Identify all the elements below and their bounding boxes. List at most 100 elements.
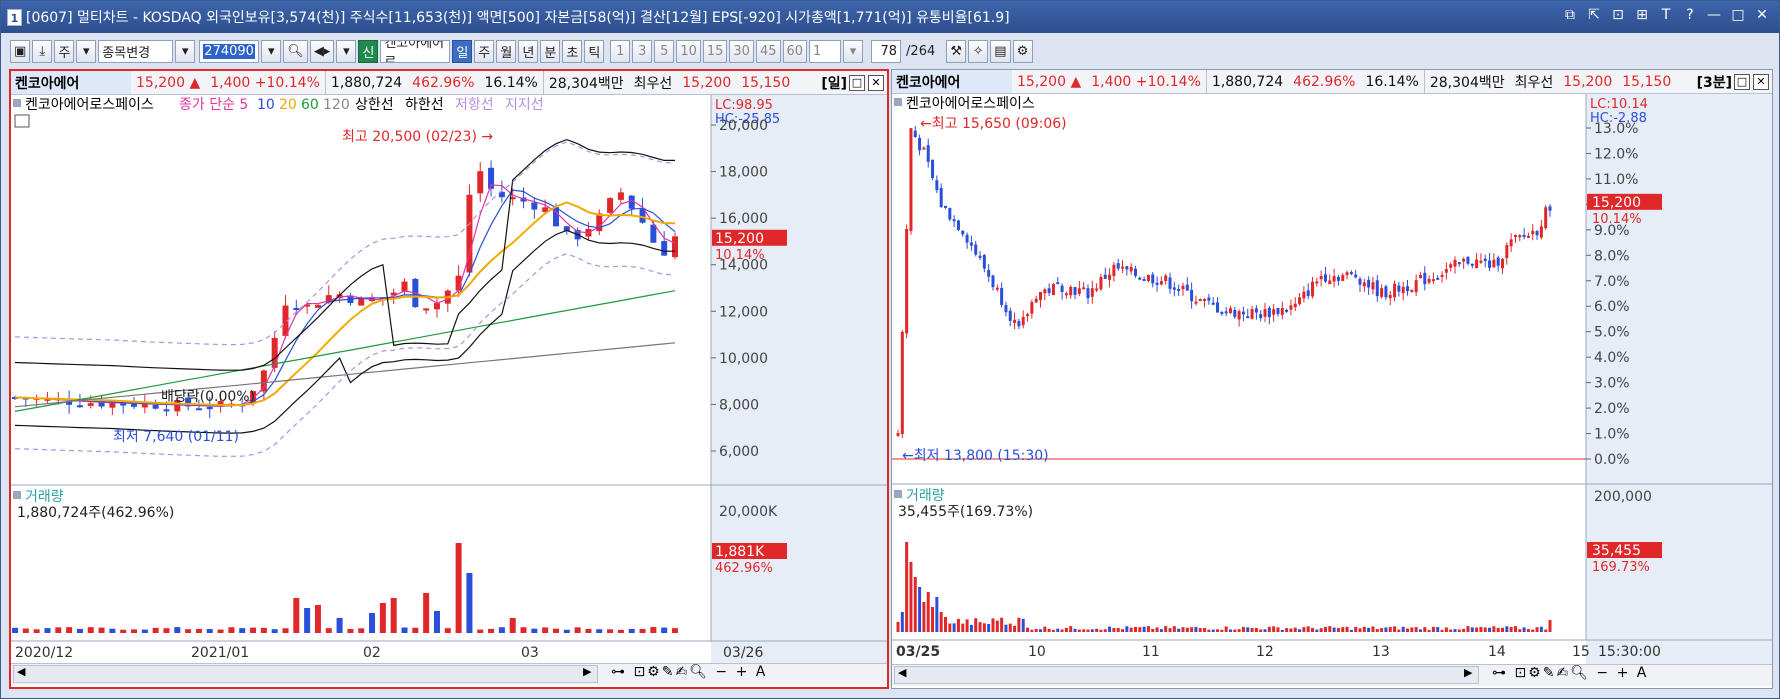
stock-change-dropdown-icon[interactable]: ▾ [175,39,196,63]
left-scrollbar[interactable] [13,665,598,683]
right-candle-body [1142,279,1146,282]
speaker-dropdown-icon[interactable]: ▾ [336,39,357,63]
link-icon[interactable]: ⧉ [1561,7,1579,23]
help-icon[interactable]: ? [1681,7,1699,23]
right-zoom-tools[interactable]: ⊶ ⊡⚙✎✍🔍︎ − + A [1492,665,1648,681]
chart-tools-icon[interactable]: ⚒ [946,39,967,63]
right-candle-body [1336,276,1340,281]
right-scroll-right-icon[interactable]: ▶ [1464,666,1472,679]
right-pct-tick-label: 2.0% [1594,401,1630,417]
period-day-tab[interactable]: 일 [452,39,473,63]
settings-gear-icon[interactable]: ⚙ [1012,39,1033,63]
right-candle-body [1216,302,1220,313]
left-volume-bar [76,628,83,633]
right-volume-bar [1406,628,1410,632]
right-volume-bar [1354,626,1358,632]
right-candle-body [1388,294,1392,299]
period-minute-tab[interactable]: 분 [540,39,561,63]
right-maximize-icon[interactable]: □ [1734,73,1750,90]
left-volume-bar [574,627,581,633]
right-volume-bar [974,618,978,632]
right-change: 1,400 +10.14% [1086,70,1206,93]
left-price-tick-label: 16,000 [719,211,768,227]
window-controls: ⧉ ⇱ ⊡ ⊞ T ? — □ ✕ [1561,7,1771,23]
new-badge[interactable]: 신 [358,39,379,63]
right-candle-body [978,255,982,258]
left-close-icon[interactable]: ✕ [868,74,884,91]
period-month-tab[interactable]: 월 [496,39,517,63]
indicator-icon[interactable]: ✧ [968,39,989,63]
left-scroll-right-icon[interactable]: ▶ [583,665,591,678]
right-candle-body [1125,266,1129,270]
left-max-note: 최고 20,500 (02/23) → [342,129,493,145]
restore-tile-icon[interactable]: ⊡ [1609,7,1627,23]
right-candle-body [1077,288,1081,294]
pin-icon[interactable]: ⇱ [1585,7,1603,23]
left-zoom-tools[interactable]: ⊶ ⊡⚙✎✍🔍︎ − + A [611,664,767,680]
interval-3[interactable]: 3 [632,39,653,63]
right-candle-body [1544,207,1548,229]
minimize-button[interactable]: — [1705,7,1723,23]
code-dropdown-icon[interactable]: ▾ [261,39,282,63]
right-candle-body [965,234,969,243]
right-volume-value: 35,455주(169.73%) [898,504,1033,520]
stock-change-select[interactable]: 종목변경 [98,39,174,63]
screen-save-icon[interactable]: ▣ [10,39,31,63]
right-volume-bar [1129,627,1133,632]
interval-45[interactable]: 45 [755,39,781,63]
period-tick-tab[interactable]: 틱 [584,39,605,63]
stock-type-select[interactable]: 주 [54,39,75,63]
right-close-icon[interactable]: ✕ [1753,73,1769,90]
right-volume-tick: 200,000 [1594,489,1652,505]
close-button[interactable]: ✕ [1753,7,1771,23]
interval-15[interactable]: 15 [702,39,728,63]
right-candle-body [1043,289,1047,294]
right-candle-body [1228,308,1232,313]
right-volume-bar [1388,626,1392,632]
right-candle-body [1263,309,1267,317]
period-week-tab[interactable]: 주 [474,39,495,63]
interval-10[interactable]: 10 [676,39,701,63]
stock-code-input[interactable]: 274090 [199,39,260,63]
right-date-label: 15:30:00 [1598,644,1661,660]
maximize-button[interactable]: □ [1729,7,1747,23]
right-volume-bar [956,618,960,632]
page-input[interactable]: 78 [871,39,902,63]
right-volume-bar [1414,627,1418,632]
right-volume-bar [1298,629,1302,632]
interval-30[interactable]: 30 [729,39,754,63]
layout-icon[interactable]: ⊞ [1633,7,1651,23]
right-scroll-left-icon[interactable]: ◀ [898,666,906,679]
left-ma10-line [14,189,676,407]
right-volume-bar [1501,627,1505,632]
period-year-tab[interactable]: 년 [518,39,539,63]
count-input[interactable]: 1 [809,39,842,63]
stock-type-dropdown-icon[interactable]: ▾ [76,39,97,63]
right-candle-body [1453,259,1457,267]
search-icon[interactable]: 🔍︎ [283,39,308,63]
right-volume-bar [935,597,939,632]
interval-5[interactable]: 5 [654,39,675,63]
left-stock-name: 켄코아에어 [11,71,131,94]
right-volume-bar [1492,626,1496,632]
left-chart-canvas[interactable]: 켄코아에어로스페이스 종가 단순 5 10 20 60 120 상한선 하한선 저항선 지지선 LC… [11,95,887,671]
count-dropdown-icon[interactable]: ▾ [843,39,864,63]
download-icon[interactable]: ⤓ [32,39,53,63]
up-arrow-icon: ▲ [1070,73,1082,90]
save-icon[interactable]: ▤ [990,39,1011,63]
up-arrow-icon: ▲ [189,74,201,91]
right-candle-body [1505,245,1509,259]
right-candle-body [956,220,960,230]
right-scrollbar[interactable] [894,666,1479,684]
right-candle-body [1440,274,1444,277]
font-icon[interactable]: T [1657,7,1675,23]
period-second-tab[interactable]: 초 [562,39,583,63]
right-chart-canvas[interactable]: 켄코아에어로스페이스 LC:10.14HC:-2.8813.0%12.0%11.0… [892,94,1772,670]
right-pct-tick-label: 7.0% [1594,274,1630,290]
right-candle-body [969,242,973,246]
interval-1[interactable]: 1 [610,39,631,63]
speaker-icon[interactable]: ◀▸ [309,39,335,63]
left-scroll-left-icon[interactable]: ◀ [17,665,25,678]
interval-60[interactable]: 60 [782,39,808,63]
left-maximize-icon[interactable]: □ [849,74,865,91]
